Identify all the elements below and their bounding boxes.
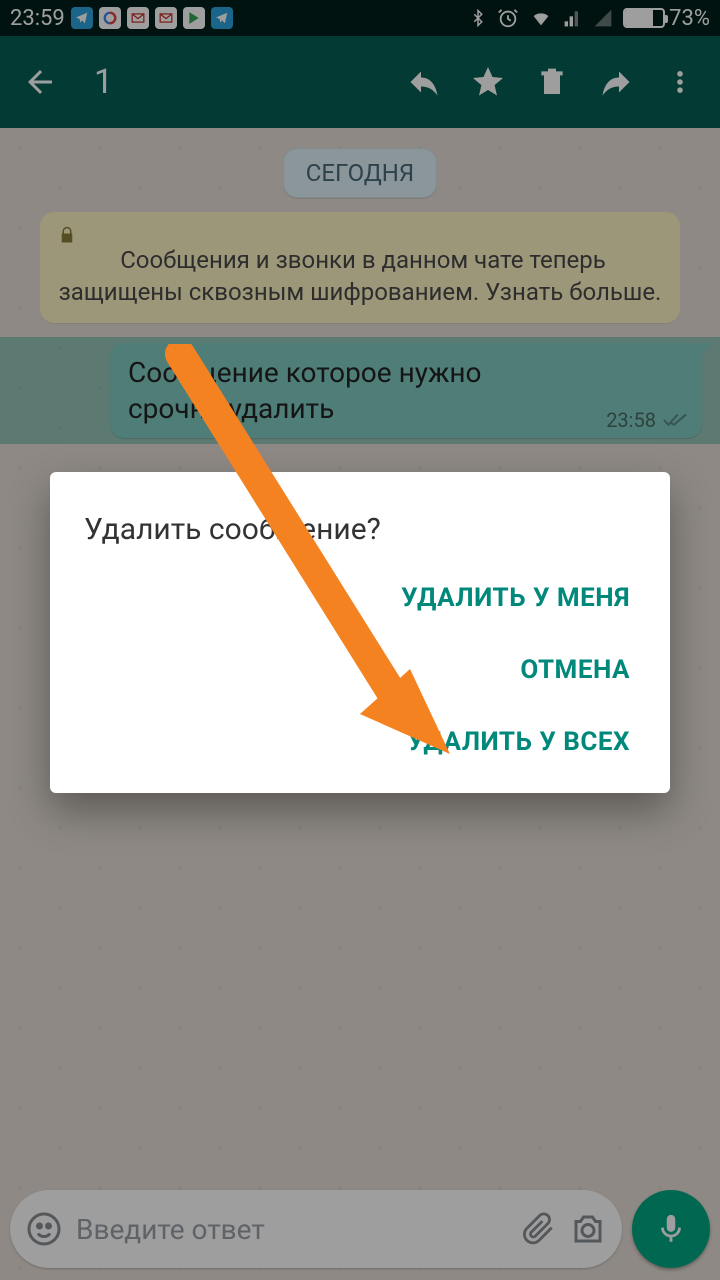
delete-for-me-button[interactable]: УДАЛИТЬ У МЕНЯ	[401, 583, 630, 613]
dialog-title: Удалить сообщение?	[84, 512, 636, 547]
cancel-button[interactable]: ОТМЕНА	[520, 655, 630, 685]
delete-for-everyone-button[interactable]: УДАЛИТЬ У ВСЕХ	[408, 727, 630, 757]
delete-message-dialog: Удалить сообщение? УДАЛИТЬ У МЕНЯ ОТМЕНА…	[50, 472, 670, 793]
